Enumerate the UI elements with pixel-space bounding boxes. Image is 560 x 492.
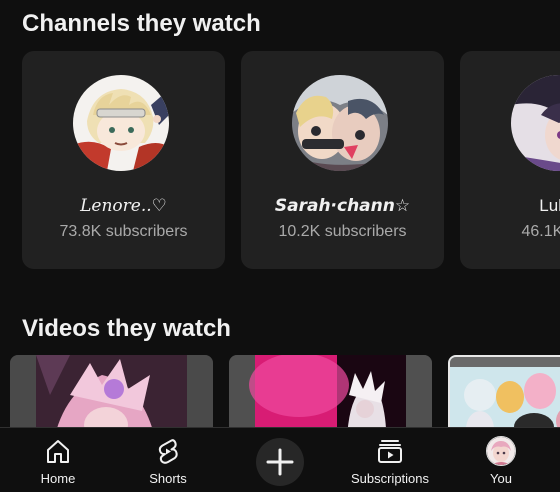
subscriber-count: 73.8K subscribers xyxy=(59,223,188,240)
plus-icon xyxy=(266,448,294,476)
subscriber-count: 10.2K subscribers xyxy=(278,223,407,240)
channel-name: Sarah·chann☆ xyxy=(274,196,411,216)
channel-name: Lenore..♡ xyxy=(80,196,167,216)
home-icon xyxy=(44,437,72,465)
shorts-icon xyxy=(154,437,182,465)
avatar xyxy=(486,436,516,466)
nav-home[interactable]: Home xyxy=(8,428,108,492)
nav-subscriptions[interactable]: Subscriptions xyxy=(340,428,440,492)
nav-shorts-label: Shorts xyxy=(149,471,187,486)
nav-home-label: Home xyxy=(40,471,76,486)
nav-shorts[interactable]: Shorts xyxy=(118,428,218,492)
bottom-navigation: Home Shorts Subscriptions You xyxy=(0,427,560,492)
profile-page: Channels they watch Lenore..♡ 73.8K subs… xyxy=(0,0,560,492)
channel-card[interactable]: Luluw 46.1K subs xyxy=(460,51,560,269)
nav-you[interactable]: You xyxy=(451,428,551,492)
channel-name: Luluw xyxy=(539,196,560,215)
videos-section-title: Videos they watch xyxy=(22,315,231,342)
subscriptions-icon xyxy=(376,437,404,465)
channel-avatar xyxy=(73,75,169,171)
create-button[interactable] xyxy=(256,438,304,486)
channel-card[interactable]: Sarah·chann☆ 10.2K subscribers xyxy=(241,51,444,269)
channel-avatar xyxy=(292,75,388,171)
channel-card[interactable]: Lenore..♡ 73.8K subscribers xyxy=(22,51,225,269)
channels-section-title: Channels they watch xyxy=(22,10,261,37)
subscriber-count: 46.1K subs xyxy=(521,223,560,240)
channel-avatar xyxy=(511,75,560,171)
nav-subscriptions-label: Subscriptions xyxy=(350,471,430,486)
nav-you-label: You xyxy=(490,471,512,486)
